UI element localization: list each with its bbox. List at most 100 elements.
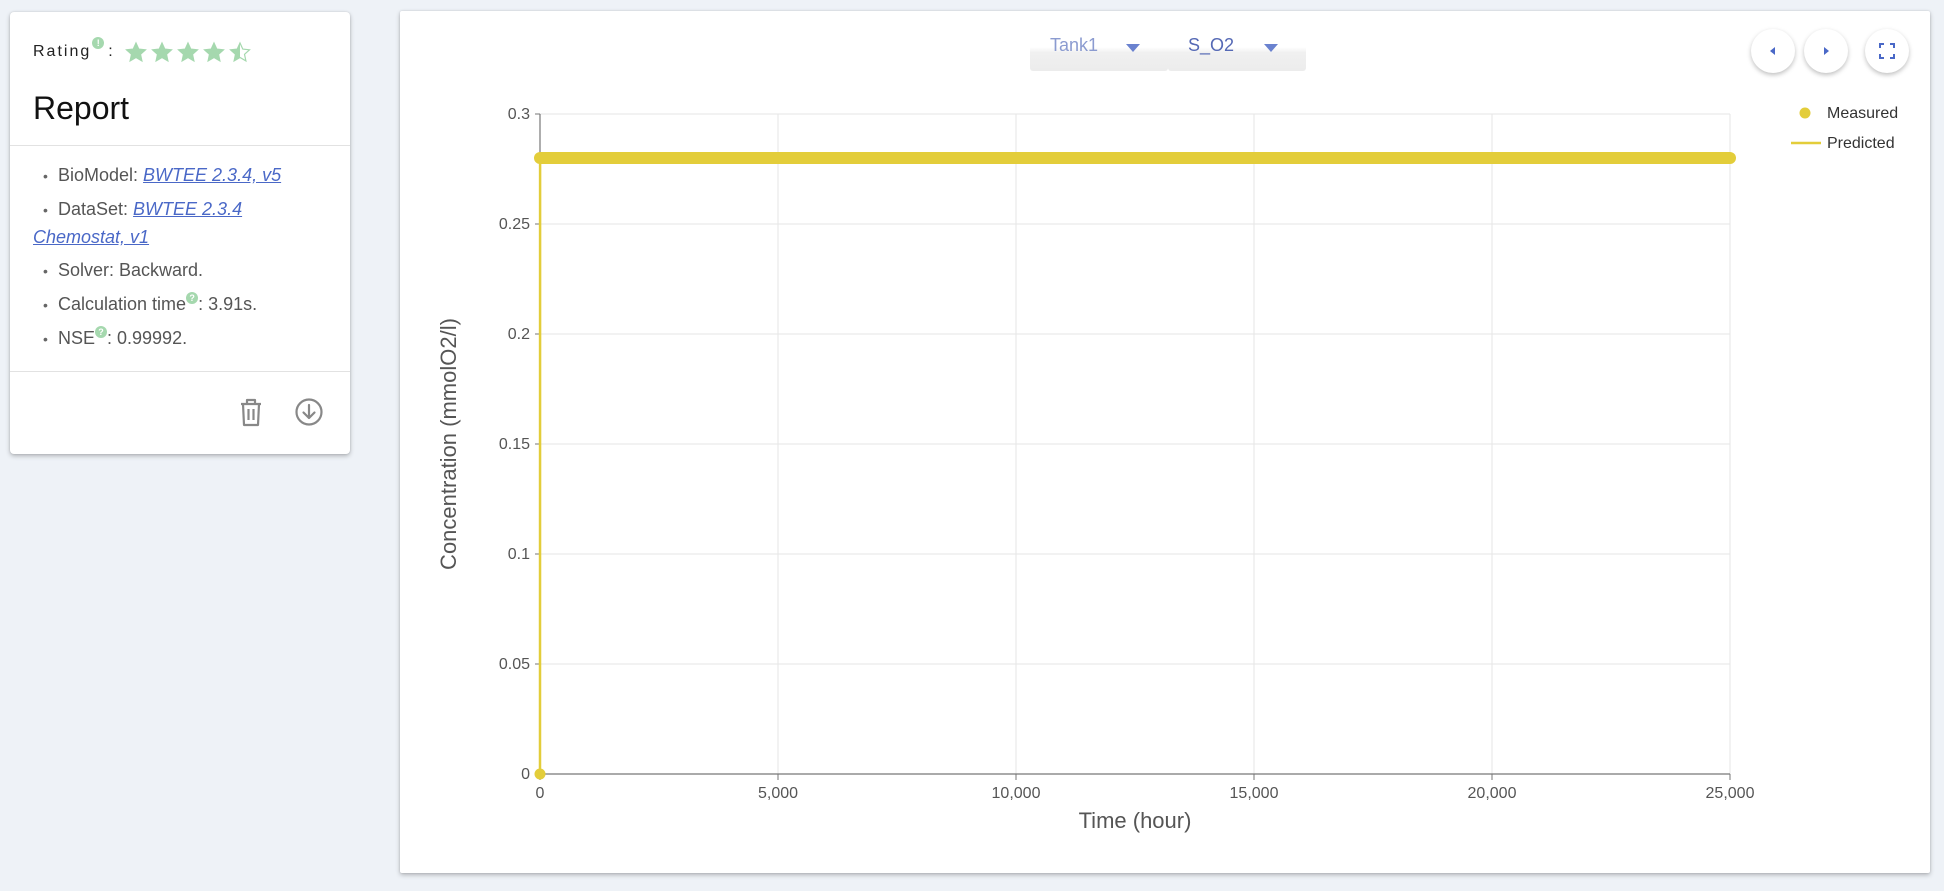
data-point-measured [677,152,689,164]
data-point-measured [867,152,879,164]
data-point-measured [629,152,641,164]
data-point-measured [1200,152,1212,164]
tank-select[interactable]: Tank1 [1030,25,1168,71]
legend-label-measured: Measured [1827,105,1898,122]
data-point-measured [1534,152,1546,164]
rating-stars[interactable] [124,41,251,63]
data-point-measured [1153,152,1165,164]
biomodel-link[interactable]: BWTEE 2.3.4, v5 [143,165,281,185]
data-point-measured [582,152,594,164]
list-item-solver: • Solver: Backward. [33,257,333,285]
star-icon[interactable] [150,41,173,63]
star-icon[interactable] [228,41,251,63]
dataset-label: DataSet: [58,199,134,219]
legend-label-predicted: Predicted [1827,135,1895,152]
y-tick-label: 0 [521,766,530,783]
bullet: • [43,168,48,184]
rating-label: Rating [33,43,92,60]
fullscreen-icon [1879,43,1895,59]
data-point-measured [534,152,546,164]
x-tick-label: 5,000 [758,785,798,802]
bullet: • [43,202,48,218]
download-circle-icon [295,398,323,426]
delete-button[interactable] [235,396,267,428]
tank-select-value: Tank1 [1050,35,1099,55]
calc-time-value: : 3.91s. [198,294,258,314]
data-point-measured [1629,152,1641,164]
bullet: • [43,297,48,313]
data-point-measured [1296,152,1308,164]
data-point-measured [534,768,546,780]
data-point-measured [1343,152,1355,164]
y-tick-label: 0.2 [508,326,530,343]
calc-time-help-icon[interactable]: ? [186,292,199,304]
bullet: • [43,331,48,347]
report-card: Rating ! : Report • BioModel: BWTEE 2.3.4… [10,12,350,454]
chevron-down-icon [1264,44,1278,52]
rating-colon: : [108,43,115,60]
chevron-down-icon [1126,44,1140,52]
report-title: Report [33,90,130,126]
data-point-measured [1581,152,1593,164]
y-tick-label: 0.25 [499,216,530,233]
y-tick-label: 0.05 [499,656,530,673]
data-point-measured [1248,152,1260,164]
trash-icon [241,398,261,427]
chevron-left-icon [1770,47,1775,55]
data-point-measured [915,152,927,164]
data-point-measured [1391,152,1403,164]
x-axis-title: Time (hour) [1079,808,1192,833]
prev-button[interactable] [1751,29,1795,73]
download-button[interactable] [293,396,325,428]
chart-selectors: Tank1 S_O2 [1030,25,1306,71]
calc-time-label: Calculation time [58,294,187,314]
list-item-biomodel: • BioModel: BWTEE 2.3.4, v5 [33,162,333,190]
bullet: • [43,263,48,279]
star-icon[interactable] [176,41,199,63]
x-tick-label: 0 [536,785,545,802]
data-point-measured [1486,152,1498,164]
y-tick-label: 0.1 [508,546,530,563]
card-actions [235,396,325,428]
data-point-measured [1438,152,1450,164]
variable-select-value: S_O2 [1188,35,1235,55]
y-tick-label: 0.15 [499,436,530,453]
divider [10,371,350,372]
chevron-right-icon [1824,47,1829,55]
divider [10,145,350,146]
nse-help-icon[interactable]: ? [95,326,108,338]
rating-help-icon[interactable]: ! [92,37,105,49]
report-info-list: • BioModel: BWTEE 2.3.4, v5 • DataSet: BWT… [33,162,333,359]
x-tick-label: 20,000 [1468,785,1517,802]
nse-value: : 0.99992. [107,328,188,348]
star-icon[interactable] [124,41,147,63]
data-point-measured [820,152,832,164]
biomodel-label: BioModel: [58,165,144,185]
y-tick-label: 0.3 [508,106,530,123]
solver-text: Solver: Backward. [58,260,204,280]
series-line-predicted [538,156,1730,775]
list-item-nse: • NSE?: 0.99992. [33,325,333,353]
x-tick-label: 25,000 [1706,785,1755,802]
list-item-dataset: • DataSet: BWTEE 2.3.4 Chemostat, v1 [33,196,333,251]
data-point-measured [962,152,974,164]
nse-label: NSE [58,328,96,348]
x-tick-label: 10,000 [992,785,1041,802]
x-tick-label: 15,000 [1230,785,1279,802]
fullscreen-button[interactable] [1865,29,1909,73]
data-point-measured [1105,152,1117,164]
rating-row: Rating ! : [33,37,251,66]
data-point-measured [1058,152,1070,164]
chart-panel: 0 0.05 0.1 0.15 0.2 0.25 0.3 0 5,000 10,000 15,000… [400,11,1930,873]
data-point-measured [772,152,784,164]
concentration-chart: 0 0.05 0.1 0.15 0.2 0.25 0.3 0 5,000 10,000 15,000… [436,105,1898,833]
legend-marker-measured [1799,107,1811,119]
data-point-measured [724,152,736,164]
data-point-measured [1724,152,1736,164]
next-button[interactable] [1804,29,1848,73]
star-icon[interactable] [202,41,225,63]
y-axis-title: Concentration (mmolO2/l) [436,318,461,570]
data-point-measured [1676,152,1688,164]
variable-select[interactable]: S_O2 [1168,25,1306,71]
data-point-measured [1010,152,1022,164]
